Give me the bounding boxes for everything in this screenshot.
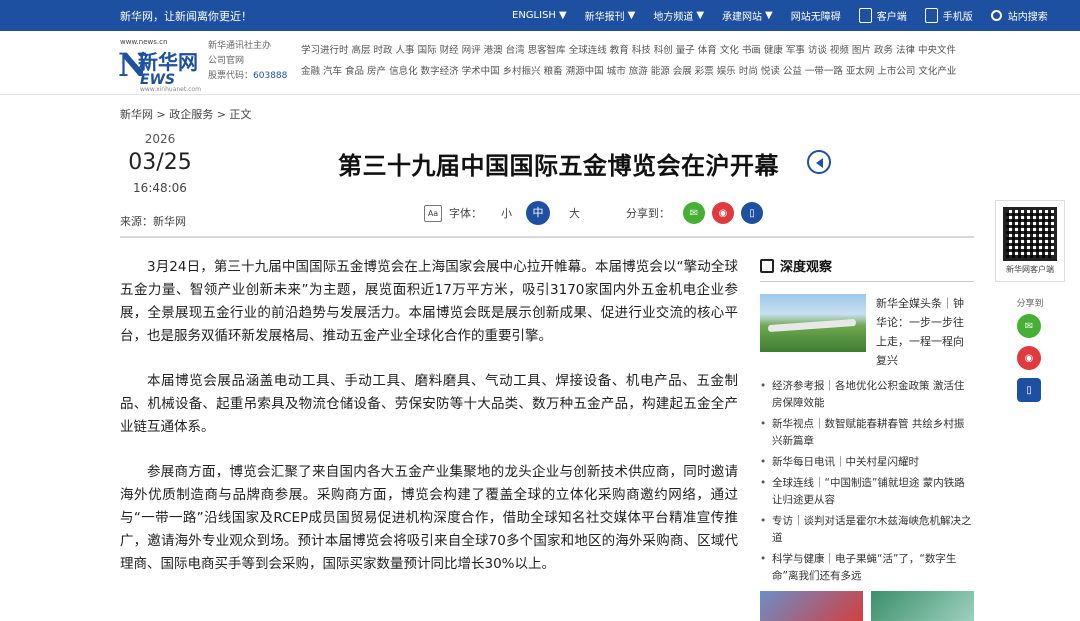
sidebar-heading: 深度观察 [780,260,833,275]
title-divider [120,236,974,238]
wechat-icon[interactable]: ✉ [1017,314,1041,338]
nav-built-sites[interactable]: 承建网站 ▼ [722,8,773,23]
mobile-share-icon[interactable]: ▯ [741,202,763,224]
publish-date: 2026 03/25 16:48:06 [120,132,200,195]
chevron-down-icon: ▼ [765,10,773,21]
nav-local-label: 地方频道 [653,12,694,23]
nav-client-label: 客户端 [876,12,907,23]
site-slogan: 新华网，让新闻离你更近！ [120,9,252,23]
stock-info: 股票代码：603888 [208,69,287,84]
qr-code-icon [1003,207,1057,261]
search-icon [990,10,1002,21]
nav-english-label: ENGLISH [512,10,556,21]
nav-local-channels[interactable]: 地方频道 ▼ [653,8,704,23]
list-item[interactable]: 新华每日电讯｜中关村星闪耀时 [760,454,974,471]
category-row-2[interactable]: 金融 汽车 食品 房产 信息化 数字经济 学术中国 乡村振兴 粮畜 溯源中国 城… [301,61,956,82]
nav-built-sites-label: 承建网站 [722,12,763,23]
top-bar: 新华网，让新闻离你更近！ ENGLISH ▼ 新华报刊 ▼ 地方频道 ▼ 承建网站 ▼ … [0,0,1080,31]
thumbnail-image[interactable] [760,591,863,621]
chevron-down-icon: ▼ [558,10,567,21]
font-large-button[interactable]: 大 [569,205,580,221]
phone-icon [858,8,872,23]
sidebar-list: 经济参考报｜各地优化公积金政策 激活住房保障效能 新华视点｜数智赋能春耕春管 共… [760,378,974,585]
float-share-label: 分享到 [1016,299,1044,309]
nav-english[interactable]: ENGLISH ▼ [512,10,567,21]
nav-mobile-label: 手机版 [942,12,973,23]
category-nav[interactable]: 学习进行时 高层 时政 人事 国际 财经 网评 港澳 台湾 思客智库 全球连线 … [301,40,956,82]
article-source: 来源：新华网 [120,215,186,228]
sidebar-header: 深度观察 [760,256,974,282]
weibo-share-icon[interactable]: ◉ [712,202,734,224]
list-item[interactable]: 专访｜谈判对话是霍尔木兹海峡危机解决之道 [760,513,974,547]
company-line1: 新华通讯社主办 [208,41,272,51]
nav-newspapers-label: 新华报刊 [584,12,625,23]
book-icon [760,258,774,273]
weibo-icon[interactable]: ◉ [1017,346,1041,370]
article-paragraph: 本届博览会展品涵盖电动工具、手动工具、磨料磨具、气动工具、焊接设备、机电产品、五… [120,373,738,435]
nav-accessibility[interactable]: 网站无障碍 [791,8,841,23]
company-line2: 公司官网 [208,56,245,66]
list-item[interactable]: 科学与健康｜电子果蝇“活”了，“数字生命”离我们还有多远 [760,551,974,585]
article-title: 第三十九届中国国际五金博览会在沪开幕 [338,152,779,180]
list-item[interactable]: 新华视点｜数智赋能春耕春管 共绘乡村振兴新篇章 [760,416,974,450]
font-label: 字体： [449,207,482,220]
mobile-icon [924,8,938,23]
thumbnail-image[interactable] [871,591,974,621]
breadcrumb[interactable]: 新华网 > 政企服务 > 正文 [120,106,251,122]
nav-search[interactable]: 站内搜索 [990,8,1048,23]
article-tools: Aa 字体： 小 中 大 分享到： ✉ ◉ ▯ [424,201,763,225]
sidebar-feature[interactable]: 新华全媒头条｜钟华论：一步一步往上走，一程一程向复兴 [760,294,974,370]
feature-image[interactable] [760,294,866,352]
nav-newspapers[interactable]: 新华报刊 ▼ [585,8,636,23]
nav-mobile[interactable]: 手机版 [924,8,973,23]
font-size-icon: Aa [424,204,442,222]
sidebar-thumbnails [760,591,974,621]
nav-accessibility-label: 网站无障碍 [790,12,841,23]
date-month-day: 03/25 [128,150,192,175]
article-paragraph: 参展商方面，博览会汇聚了来自国内各大五金产业集聚地的龙头企业与创新技术供应商，同… [120,464,738,572]
list-item[interactable]: 经济参考报｜各地优化公积金政策 激活住房保障效能 [760,378,974,412]
article-paragraph: 3月24日，第三十九届中国国际五金博览会在上海国家会展中心拉开帷幕。本届博览会以… [120,259,738,344]
sidebar: 深度观察 新华全媒头条｜钟华论：一步一步往上走，一程一程向复兴 经济参考报｜各地… [760,256,974,621]
list-item[interactable]: 全球连线｜“中国制造”铺就坦途 蒙内铁路让归途更从容 [760,475,974,509]
chevron-down-icon: ▼ [627,10,636,21]
share-label: 分享到： [626,207,670,220]
site-header: www.news.cn N 新华网 EWS www.xinhuanet.com … [0,31,1080,95]
speaker-icon[interactable] [807,150,831,174]
mobile-icon[interactable]: ▯ [1017,378,1041,402]
top-nav: ENGLISH ▼ 新华报刊 ▼ 地方频道 ▼ 承建网站 ▼ 网站无障碍 客户端 手机版… [512,0,1066,31]
company-info: 新华通讯社主办 公司官网 股票代码：603888 [208,39,287,84]
font-small-button[interactable]: 小 [501,205,512,221]
stock-label: 股票代码： [208,71,254,81]
wechat-share-icon[interactable]: ✉ [683,202,705,224]
font-medium-button[interactable]: 中 [526,201,550,225]
logo-brand: 新华网 [138,50,198,74]
nav-client[interactable]: 客户端 [858,8,907,23]
article-body: 3月24日，第三十九届中国国际五金博览会在上海国家会展中心拉开帷幕。本届博览会以… [120,256,738,598]
qr-code-panel[interactable]: 新华网客户端 [995,200,1065,282]
logo-url: www.news.cn [120,38,168,46]
date-time: 16:48:06 [133,181,187,195]
logo-url-bottom: www.xinhuanet.com [140,86,201,93]
chevron-down-icon: ▼ [696,10,705,21]
category-row-1[interactable]: 学习进行时 高层 时政 人事 国际 财经 网评 港澳 台湾 思客智库 全球连线 … [301,40,956,61]
feature-link[interactable]: 新华全媒头条｜钟华论：一步一步往上走，一程一程向复兴 [876,294,974,370]
site-logo[interactable]: www.news.cn N 新华网 EWS www.xinhuanet.com [118,36,201,93]
stock-code[interactable]: 603888 [253,71,287,81]
qr-caption: 新华网客户端 [1006,265,1054,274]
nav-search-label: 站内搜索 [1007,12,1048,23]
date-year: 2026 [144,132,176,146]
